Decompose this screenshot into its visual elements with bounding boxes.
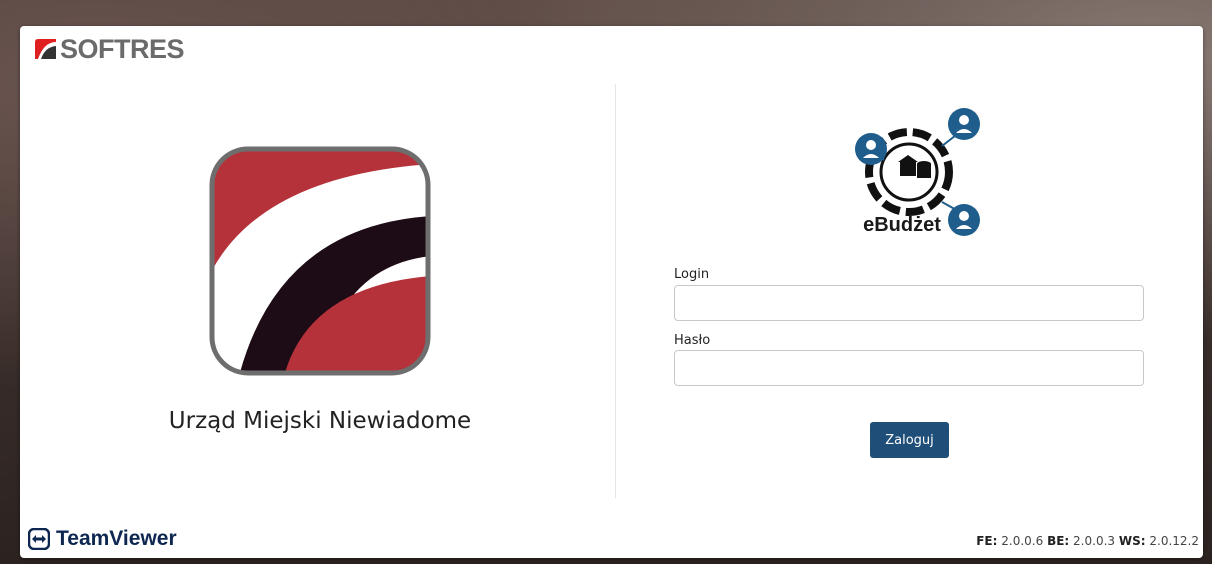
user-icon-top-right <box>948 108 980 140</box>
password-label: Hasło <box>674 333 711 348</box>
ebudzet-logo-text: eBudżet <box>863 214 941 236</box>
softres-logo-icon <box>35 39 56 59</box>
user-icon-left <box>855 133 887 165</box>
login-button[interactable]: Zaloguj <box>870 422 949 458</box>
teamviewer-brand: TeamViewer <box>28 526 177 552</box>
panel-divider <box>615 84 616 498</box>
fe-version-value: 2.0.0.6 <box>1001 534 1044 548</box>
user-icon-bottom-right <box>948 204 980 236</box>
be-version-label: BE: <box>1047 534 1070 548</box>
password-input[interactable] <box>674 350 1144 386</box>
ws-version-value: 2.0.12.2 <box>1149 534 1199 548</box>
teamviewer-name: TeamViewer <box>56 527 177 550</box>
be-version-value: 2.0.0.3 <box>1073 534 1116 548</box>
login-label: Login <box>674 267 710 282</box>
organization-logo <box>209 146 431 376</box>
login-window: SOFTRES Urząd Miejski Niewiadome eBudżet… <box>20 26 1203 558</box>
softres-brand: SOFTRES <box>32 33 185 64</box>
ws-version-label: WS: <box>1118 534 1146 548</box>
version-info: FE: 2.0.0.6 BE: 2.0.0.3 WS: 2.0.12.2 <box>976 534 1199 548</box>
fe-version-label: FE: <box>976 534 998 548</box>
organization-name: Urząd Miejski Niewiadome <box>168 408 472 434</box>
teamviewer-icon <box>28 528 50 550</box>
login-input[interactable] <box>674 285 1144 321</box>
ebudzet-logo: eBudżet <box>855 108 980 236</box>
softres-brand-name: SOFTRES <box>60 33 185 64</box>
